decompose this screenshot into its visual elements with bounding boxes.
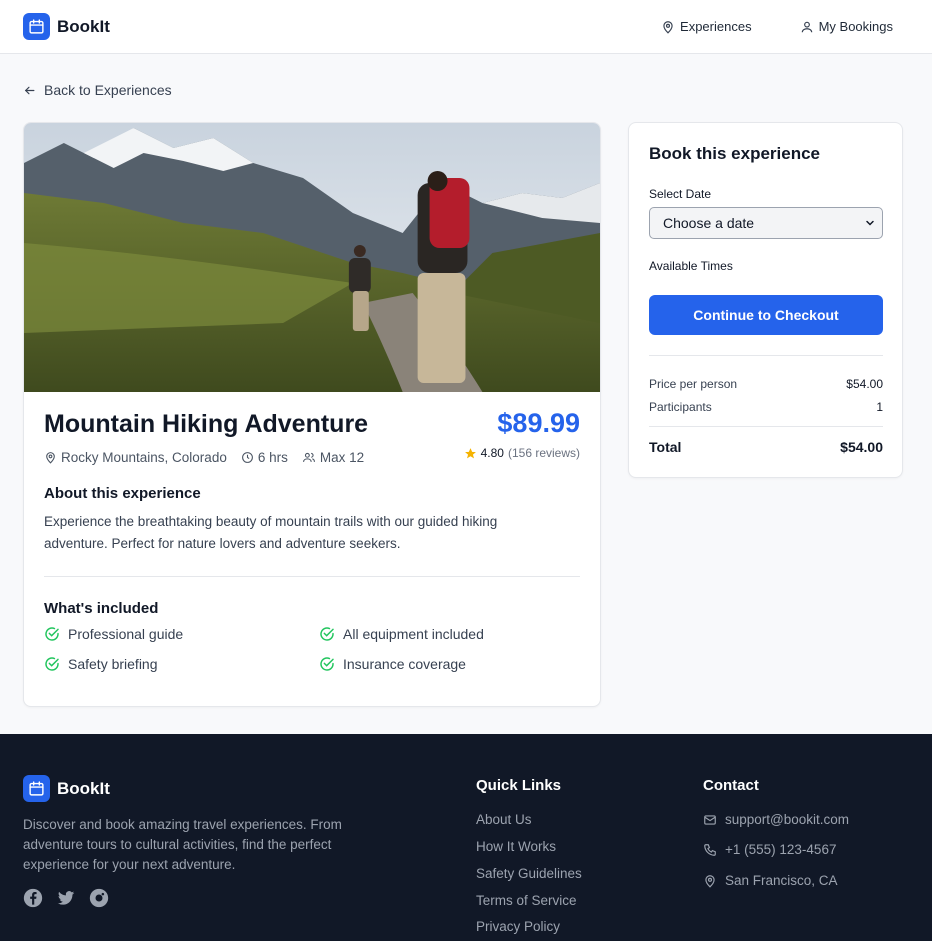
duration-text: 6 hrs	[257, 450, 288, 465]
contact-email[interactable]: support@bookit.com	[703, 812, 849, 827]
booking-title: Book this experience	[649, 144, 821, 163]
star-icon	[464, 447, 476, 458]
facebook-icon[interactable]	[23, 888, 43, 908]
price-per-person-row: Price per person $54.00	[649, 377, 883, 391]
experience-price: $89.99	[497, 408, 580, 438]
nav-my-bookings-label: My Bookings	[818, 19, 893, 34]
footer-link-safety[interactable]: Safety Guidelines	[476, 866, 582, 881]
included-item-label: Safety briefing	[68, 656, 158, 672]
map-pin-icon	[46, 452, 55, 464]
hero-image	[24, 123, 600, 392]
price-per-person-value: $54.00	[846, 377, 883, 391]
experience-card: Mountain Hiking Adventure $89.99 Rocky M…	[23, 122, 601, 707]
footer-link-terms[interactable]: Terms of Service	[476, 893, 577, 908]
participants-row: Participants 1	[649, 400, 883, 414]
experience-title: Mountain Hiking Adventure	[44, 410, 369, 438]
social-links	[23, 888, 109, 908]
booking-divider	[649, 355, 883, 356]
main-nav: Experiences My Bookings	[661, 19, 909, 34]
map-pin-icon	[705, 874, 715, 888]
review-count: (156 reviews)	[507, 446, 580, 460]
included-item-label: Insurance coverage	[343, 656, 466, 672]
contact-phone-text: +1 (555) 123-4567	[725, 842, 837, 857]
experience-meta: Rocky Mountains, Colorado 6 hrs Max 12	[44, 450, 364, 465]
booking-divider	[649, 426, 883, 427]
list-item: Safety briefing	[44, 656, 319, 672]
included-list: Professional guide All equipment include…	[44, 626, 584, 672]
footer-description: Discover and book amazing travel experie…	[23, 817, 342, 872]
check-circle-icon	[45, 627, 59, 641]
section-divider	[44, 576, 580, 577]
back-link-label: Back to Experiences	[44, 82, 172, 98]
nav-experiences[interactable]: Experiences	[661, 19, 752, 34]
clock-icon	[241, 452, 253, 463]
map-pin-icon	[663, 20, 673, 34]
calendar-logo-icon	[23, 775, 50, 802]
chevron-down-icon	[866, 220, 874, 226]
footer-link-how-it-works[interactable]: How It Works	[476, 839, 556, 854]
location-meta: Rocky Mountains, Colorado	[44, 450, 227, 465]
capacity-text: Max 12	[319, 450, 365, 465]
back-link[interactable]: Back to Experiences	[23, 82, 172, 98]
list-item: All equipment included	[319, 626, 584, 642]
rating: 4.80 (156 reviews)	[464, 446, 580, 460]
footer: BookIt Discover and book amazing travel …	[0, 734, 932, 941]
footer-link-privacy[interactable]: Privacy Policy	[476, 919, 560, 934]
mail-icon	[704, 814, 716, 825]
capacity-meta: Max 12	[302, 450, 364, 465]
date-select-value: Choose a date	[663, 215, 755, 231]
nav-experiences-label: Experiences	[680, 19, 752, 34]
nav-my-bookings[interactable]: My Bookings	[800, 19, 893, 34]
experience-description: Experience the breathtaking beauty of mo…	[44, 514, 498, 551]
date-label: Select Date	[649, 187, 712, 201]
total-label: Total	[649, 439, 682, 455]
booking-panel: Book this experience Select Date Choose …	[628, 122, 903, 478]
contact-phone[interactable]: +1 (555) 123-4567	[703, 842, 836, 857]
check-circle-icon	[320, 627, 334, 641]
user-icon	[801, 21, 812, 32]
participants-label: Participants	[649, 400, 712, 414]
location-text: Rocky Mountains, Colorado	[61, 450, 227, 465]
total-row: Total $54.00	[649, 439, 883, 455]
contact-address: San Francisco, CA	[703, 873, 838, 888]
calendar-logo-icon[interactable]	[23, 13, 50, 40]
duration-meta: 6 hrs	[241, 450, 288, 465]
instagram-icon[interactable]	[89, 888, 109, 908]
contact-email-text: support@bookit.com	[725, 812, 850, 827]
included-item-label: All equipment included	[343, 626, 484, 642]
included-heading: What's included	[44, 600, 159, 617]
footer-link-about[interactable]: About Us	[476, 812, 532, 827]
times-label: Available Times	[649, 259, 733, 273]
check-circle-icon	[45, 657, 59, 671]
arrow-left-icon	[24, 86, 35, 94]
list-item: Insurance coverage	[319, 656, 584, 672]
total-value: $54.00	[840, 439, 883, 455]
twitter-icon[interactable]	[56, 888, 76, 908]
footer-brand-name: BookIt	[57, 778, 110, 798]
participants-value: 1	[876, 400, 883, 414]
users-icon	[302, 452, 315, 462]
contact-heading: Contact	[703, 777, 759, 794]
continue-checkout-button[interactable]: Continue to Checkout	[649, 295, 883, 335]
quick-links-heading: Quick Links	[476, 777, 562, 794]
rating-value: 4.80	[480, 446, 504, 460]
list-item: Professional guide	[44, 626, 319, 642]
phone-icon	[704, 843, 716, 856]
brand-name[interactable]: BookIt	[57, 17, 110, 37]
about-heading: About this experience	[44, 485, 201, 502]
top-navbar: BookIt Experiences My Bookings	[0, 0, 932, 54]
contact-address-text: San Francisco, CA	[725, 873, 838, 888]
footer-logo[interactable]: BookIt	[23, 775, 110, 802]
check-circle-icon	[320, 657, 334, 671]
price-per-person-label: Price per person	[649, 377, 738, 391]
included-item-label: Professional guide	[68, 626, 184, 642]
date-select[interactable]: Choose a date	[649, 207, 883, 239]
